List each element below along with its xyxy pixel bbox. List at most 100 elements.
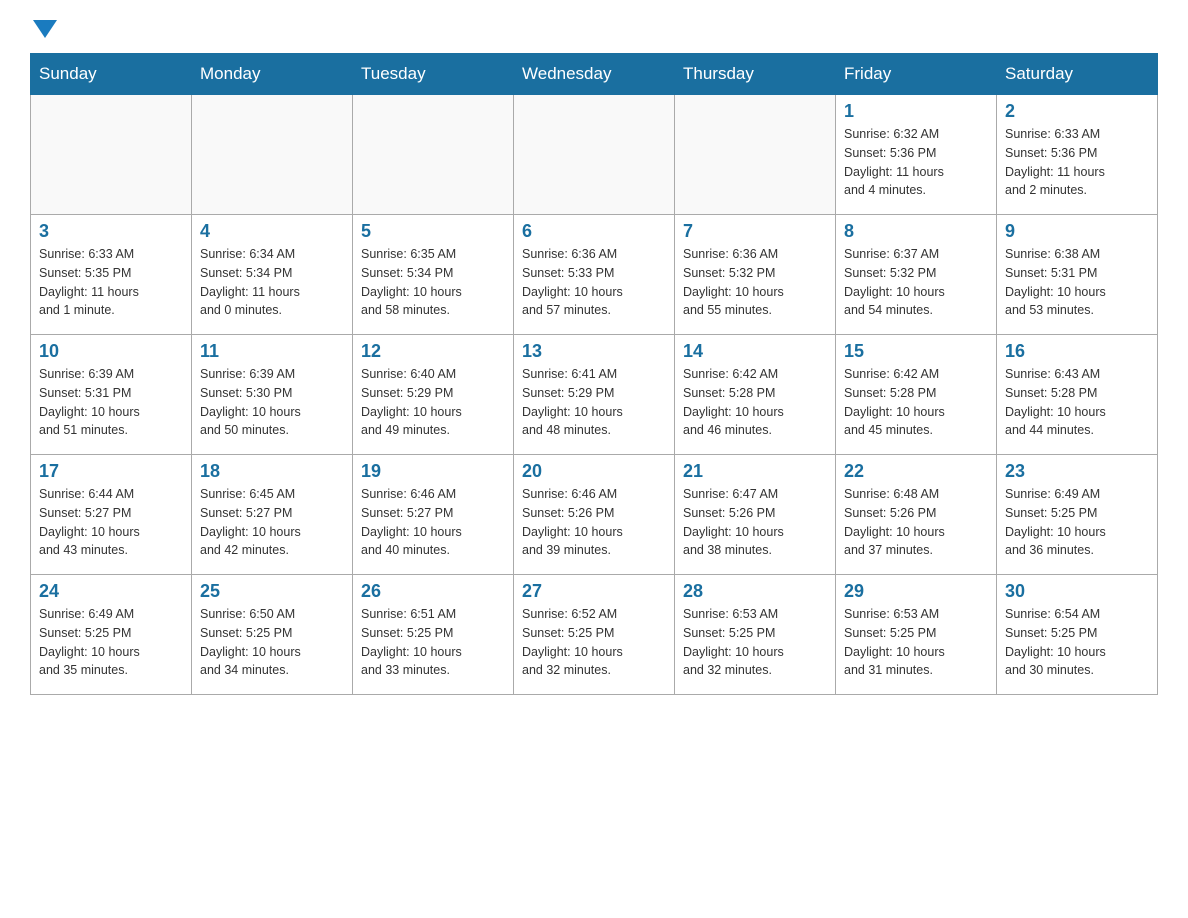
calendar-cell: 13Sunrise: 6:41 AM Sunset: 5:29 PM Dayli… bbox=[514, 335, 675, 455]
column-header-wednesday: Wednesday bbox=[514, 54, 675, 95]
calendar-cell: 28 Sunrise: 6:53 AM Sunset: 5:25 PM Dayli… bbox=[675, 575, 836, 695]
day-number: 30 bbox=[1005, 581, 1149, 602]
day-number: 24 bbox=[39, 581, 183, 602]
day-number: 27 bbox=[522, 581, 666, 602]
day-info: Sunrise: 6:50 AM Sunset: 5:25 PM Dayligh… bbox=[200, 605, 344, 680]
day-info: Sunrise: 6:39 AM Sunset: 5:31 PM Dayligh… bbox=[39, 365, 183, 440]
day-info: Sunrise: 6:46 AM Sunset: 5:27 PM Dayligh… bbox=[361, 485, 505, 560]
calendar-week-2: 3Sunrise: 6:33 AM Sunset: 5:35 PM Daylig… bbox=[31, 215, 1158, 335]
day-number: 15 bbox=[844, 341, 988, 362]
calendar-week-3: 10 Sunrise: 6:39 AM Sunset: 5:31 PM Dayli… bbox=[31, 335, 1158, 455]
column-header-monday: Monday bbox=[192, 54, 353, 95]
day-info: Sunrise: 6:48 AM Sunset: 5:26 PM Dayligh… bbox=[844, 485, 988, 560]
calendar-cell: 6 Sunrise: 6:36 AM Sunset: 5:33 PM Daylig… bbox=[514, 215, 675, 335]
calendar-cell: 3Sunrise: 6:33 AM Sunset: 5:35 PM Daylig… bbox=[31, 215, 192, 335]
calendar-cell: 7 Sunrise: 6:36 AM Sunset: 5:32 PM Daylig… bbox=[675, 215, 836, 335]
day-number: 20 bbox=[522, 461, 666, 482]
calendar-header-row: SundayMondayTuesdayWednesdayThursdayFrid… bbox=[31, 54, 1158, 95]
day-number: 5 bbox=[361, 221, 505, 242]
day-info: Sunrise: 6:40 AM Sunset: 5:29 PM Dayligh… bbox=[361, 365, 505, 440]
day-info: Sunrise: 6:45 AM Sunset: 5:27 PM Dayligh… bbox=[200, 485, 344, 560]
day-number: 29 bbox=[844, 581, 988, 602]
day-number: 3 bbox=[39, 221, 183, 242]
calendar-cell: 25 Sunrise: 6:50 AM Sunset: 5:25 PM Dayli… bbox=[192, 575, 353, 695]
calendar-cell: 8 Sunrise: 6:37 AM Sunset: 5:32 PM Daylig… bbox=[836, 215, 997, 335]
day-info: Sunrise: 6:32 AM Sunset: 5:36 PM Dayligh… bbox=[844, 125, 988, 200]
column-header-tuesday: Tuesday bbox=[353, 54, 514, 95]
calendar-cell bbox=[31, 95, 192, 215]
day-number: 1 bbox=[844, 101, 988, 122]
day-number: 4 bbox=[200, 221, 344, 242]
day-info: Sunrise: 6:49 AM Sunset: 5:25 PM Dayligh… bbox=[39, 605, 183, 680]
calendar-cell: 16 Sunrise: 6:43 AM Sunset: 5:28 PM Dayli… bbox=[997, 335, 1158, 455]
day-number: 7 bbox=[683, 221, 827, 242]
column-header-saturday: Saturday bbox=[997, 54, 1158, 95]
day-number: 18 bbox=[200, 461, 344, 482]
calendar-cell: 23 Sunrise: 6:49 AM Sunset: 5:25 PM Dayli… bbox=[997, 455, 1158, 575]
page-header bbox=[30, 20, 1158, 33]
day-number: 16 bbox=[1005, 341, 1149, 362]
calendar-cell bbox=[192, 95, 353, 215]
logo bbox=[30, 20, 60, 33]
day-number: 26 bbox=[361, 581, 505, 602]
calendar-cell: 27 Sunrise: 6:52 AM Sunset: 5:25 PM Dayli… bbox=[514, 575, 675, 695]
calendar-cell: 10 Sunrise: 6:39 AM Sunset: 5:31 PM Dayli… bbox=[31, 335, 192, 455]
day-info: Sunrise: 6:52 AM Sunset: 5:25 PM Dayligh… bbox=[522, 605, 666, 680]
calendar-cell: 19 Sunrise: 6:46 AM Sunset: 5:27 PM Dayli… bbox=[353, 455, 514, 575]
calendar-cell: 1 Sunrise: 6:32 AM Sunset: 5:36 PM Daylig… bbox=[836, 95, 997, 215]
day-number: 2 bbox=[1005, 101, 1149, 122]
column-header-sunday: Sunday bbox=[31, 54, 192, 95]
day-number: 6 bbox=[522, 221, 666, 242]
day-info: Sunrise: 6:53 AM Sunset: 5:25 PM Dayligh… bbox=[844, 605, 988, 680]
day-number: 21 bbox=[683, 461, 827, 482]
day-number: 14 bbox=[683, 341, 827, 362]
calendar-cell: 2Sunrise: 6:33 AM Sunset: 5:36 PM Daylig… bbox=[997, 95, 1158, 215]
day-info: Sunrise: 6:53 AM Sunset: 5:25 PM Dayligh… bbox=[683, 605, 827, 680]
calendar-cell bbox=[675, 95, 836, 215]
calendar-table: SundayMondayTuesdayWednesdayThursdayFrid… bbox=[30, 53, 1158, 695]
day-info: Sunrise: 6:54 AM Sunset: 5:25 PM Dayligh… bbox=[1005, 605, 1149, 680]
day-info: Sunrise: 6:47 AM Sunset: 5:26 PM Dayligh… bbox=[683, 485, 827, 560]
day-number: 9 bbox=[1005, 221, 1149, 242]
day-info: Sunrise: 6:43 AM Sunset: 5:28 PM Dayligh… bbox=[1005, 365, 1149, 440]
day-info: Sunrise: 6:36 AM Sunset: 5:32 PM Dayligh… bbox=[683, 245, 827, 320]
calendar-cell: 18 Sunrise: 6:45 AM Sunset: 5:27 PM Dayli… bbox=[192, 455, 353, 575]
calendar-cell: 11Sunrise: 6:39 AM Sunset: 5:30 PM Dayli… bbox=[192, 335, 353, 455]
calendar-week-1: 1 Sunrise: 6:32 AM Sunset: 5:36 PM Daylig… bbox=[31, 95, 1158, 215]
column-header-thursday: Thursday bbox=[675, 54, 836, 95]
day-info: Sunrise: 6:36 AM Sunset: 5:33 PM Dayligh… bbox=[522, 245, 666, 320]
calendar-cell bbox=[353, 95, 514, 215]
calendar-cell: 17Sunrise: 6:44 AM Sunset: 5:27 PM Dayli… bbox=[31, 455, 192, 575]
day-info: Sunrise: 6:34 AM Sunset: 5:34 PM Dayligh… bbox=[200, 245, 344, 320]
calendar-cell: 20Sunrise: 6:46 AM Sunset: 5:26 PM Dayli… bbox=[514, 455, 675, 575]
calendar-cell: 9Sunrise: 6:38 AM Sunset: 5:31 PM Daylig… bbox=[997, 215, 1158, 335]
calendar-cell: 21 Sunrise: 6:47 AM Sunset: 5:26 PM Dayli… bbox=[675, 455, 836, 575]
day-number: 8 bbox=[844, 221, 988, 242]
calendar-cell: 26Sunrise: 6:51 AM Sunset: 5:25 PM Dayli… bbox=[353, 575, 514, 695]
day-info: Sunrise: 6:41 AM Sunset: 5:29 PM Dayligh… bbox=[522, 365, 666, 440]
day-number: 23 bbox=[1005, 461, 1149, 482]
calendar-cell: 24 Sunrise: 6:49 AM Sunset: 5:25 PM Dayli… bbox=[31, 575, 192, 695]
column-header-friday: Friday bbox=[836, 54, 997, 95]
calendar-cell bbox=[514, 95, 675, 215]
day-info: Sunrise: 6:39 AM Sunset: 5:30 PM Dayligh… bbox=[200, 365, 344, 440]
calendar-cell: 12 Sunrise: 6:40 AM Sunset: 5:29 PM Dayli… bbox=[353, 335, 514, 455]
day-info: Sunrise: 6:37 AM Sunset: 5:32 PM Dayligh… bbox=[844, 245, 988, 320]
day-info: Sunrise: 6:42 AM Sunset: 5:28 PM Dayligh… bbox=[683, 365, 827, 440]
day-number: 19 bbox=[361, 461, 505, 482]
day-number: 25 bbox=[200, 581, 344, 602]
day-number: 12 bbox=[361, 341, 505, 362]
calendar-cell: 5 Sunrise: 6:35 AM Sunset: 5:34 PM Daylig… bbox=[353, 215, 514, 335]
calendar-cell: 29 Sunrise: 6:53 AM Sunset: 5:25 PM Dayli… bbox=[836, 575, 997, 695]
day-number: 28 bbox=[683, 581, 827, 602]
calendar-cell: 14 Sunrise: 6:42 AM Sunset: 5:28 PM Dayli… bbox=[675, 335, 836, 455]
day-info: Sunrise: 6:44 AM Sunset: 5:27 PM Dayligh… bbox=[39, 485, 183, 560]
day-info: Sunrise: 6:42 AM Sunset: 5:28 PM Dayligh… bbox=[844, 365, 988, 440]
calendar-week-5: 24 Sunrise: 6:49 AM Sunset: 5:25 PM Dayli… bbox=[31, 575, 1158, 695]
day-info: Sunrise: 6:35 AM Sunset: 5:34 PM Dayligh… bbox=[361, 245, 505, 320]
calendar-cell: 22Sunrise: 6:48 AM Sunset: 5:26 PM Dayli… bbox=[836, 455, 997, 575]
day-number: 10 bbox=[39, 341, 183, 362]
logo-triangle-icon bbox=[33, 20, 57, 38]
calendar-cell: 4 Sunrise: 6:34 AM Sunset: 5:34 PM Daylig… bbox=[192, 215, 353, 335]
day-info: Sunrise: 6:49 AM Sunset: 5:25 PM Dayligh… bbox=[1005, 485, 1149, 560]
